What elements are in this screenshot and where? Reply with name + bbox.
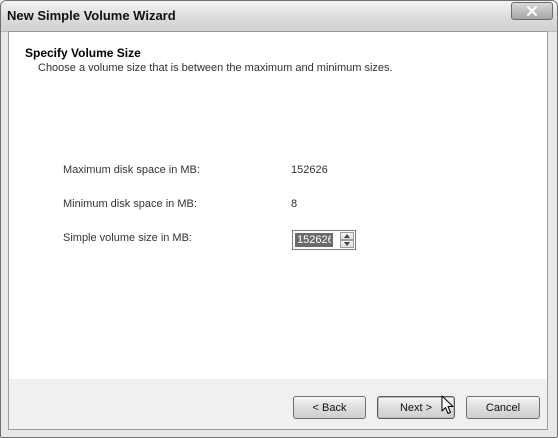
min-space-value: 8 [291, 198, 298, 210]
wizard-footer: < Back Next > Cancel [9, 379, 547, 429]
page-title: Specify Volume Size [25, 46, 141, 60]
back-button[interactable]: < Back [293, 396, 366, 419]
arrow-up-icon [344, 234, 350, 238]
max-space-value: 152626 [291, 164, 328, 176]
spin-up-button[interactable] [340, 232, 354, 240]
window-title: New Simple Volume Wizard [7, 8, 176, 23]
arrow-down-icon [344, 242, 350, 246]
title-bar: New Simple Volume Wizard [1, 1, 557, 32]
mouse-pointer-icon [441, 395, 461, 417]
wizard-client-area: Specify Volume Size Choose a volume size… [8, 31, 548, 430]
close-button[interactable] [511, 2, 553, 20]
wizard-header: Specify Volume Size Choose a volume size… [9, 32, 547, 105]
volume-size-spinner [292, 230, 356, 250]
wizard-content: Maximum disk space in MB: 152626 Minimum… [9, 104, 547, 381]
volume-size-label: Simple volume size in MB: [63, 232, 192, 244]
spinner-buttons [340, 232, 354, 248]
cancel-button[interactable]: Cancel [466, 396, 540, 419]
close-icon [526, 6, 538, 16]
wizard-window: New Simple Volume Wizard Specify Volume … [0, 0, 558, 438]
max-space-label: Maximum disk space in MB: [63, 164, 200, 176]
page-subtitle: Choose a volume size that is between the… [38, 62, 393, 74]
spin-down-button[interactable] [340, 240, 354, 248]
min-space-label: Minimum disk space in MB: [63, 198, 197, 210]
volume-size-input[interactable] [295, 233, 333, 247]
